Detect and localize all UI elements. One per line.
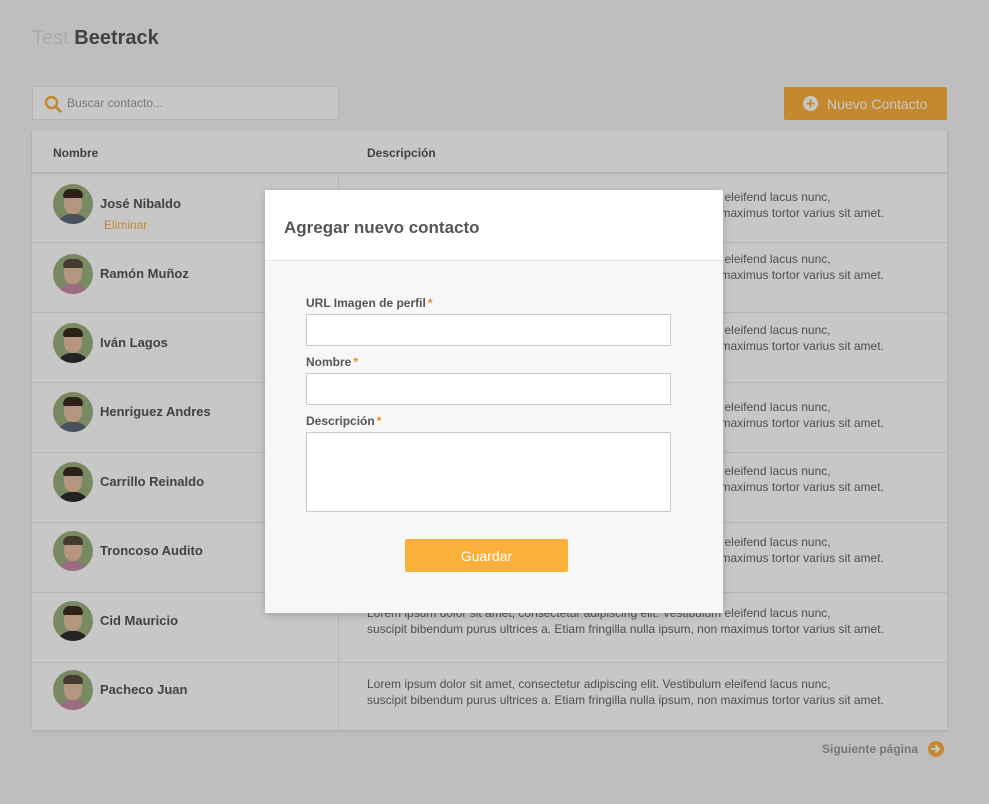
field-label-text: Descripción [306, 414, 375, 428]
save-button[interactable]: Guardar [405, 539, 568, 572]
modal-header: Agregar nuevo contacto [265, 190, 723, 261]
profile-image-url-input[interactable] [306, 314, 671, 346]
profile-image-url-label: URL Imagen de perfil * [306, 296, 432, 310]
add-contact-modal: Agregar nuevo contacto URL Imagen de per… [265, 190, 723, 613]
field-label-text: URL Imagen de perfil [306, 296, 426, 310]
required-mark: * [353, 355, 359, 369]
name-input[interactable] [306, 373, 671, 405]
name-label: Nombre * [306, 355, 358, 369]
required-mark: * [376, 414, 382, 428]
description-textarea[interactable] [306, 432, 671, 512]
field-label-text: Nombre [306, 355, 352, 369]
description-label: Descripción * [306, 414, 381, 428]
modal-title: Agregar nuevo contacto [284, 218, 480, 237]
required-mark: * [427, 296, 433, 310]
